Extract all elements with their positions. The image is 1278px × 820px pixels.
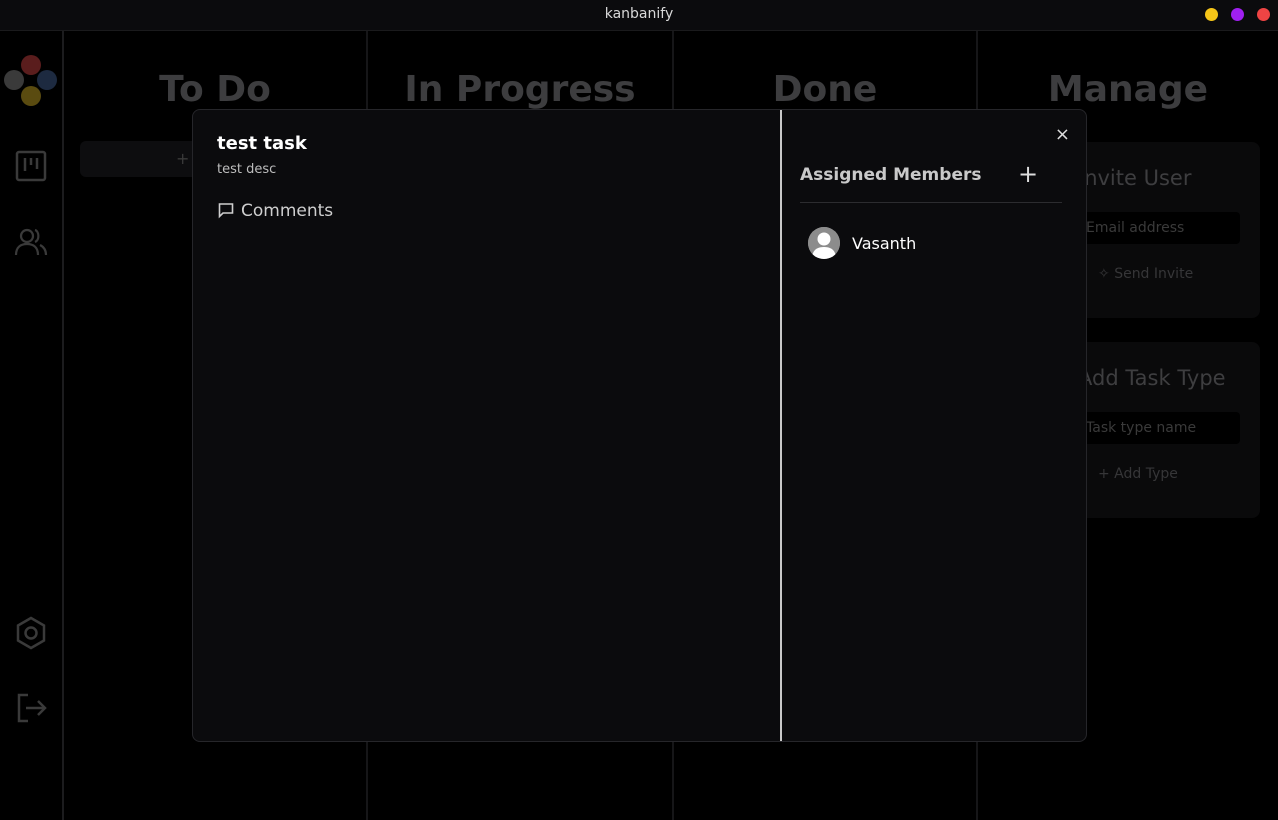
task-type-input[interactable]: Task type name bbox=[1078, 412, 1240, 444]
comments-section[interactable]: Comments bbox=[217, 201, 333, 221]
task-title: test task bbox=[217, 133, 307, 154]
window-minimize-button[interactable] bbox=[1205, 8, 1218, 21]
column-title: To Do bbox=[159, 69, 271, 110]
avatar bbox=[808, 227, 840, 259]
column-title: Manage bbox=[1047, 69, 1209, 110]
window-close-button[interactable] bbox=[1257, 8, 1270, 21]
send-invite-button[interactable]: ✧ Send Invite bbox=[1098, 266, 1193, 282]
add-task-type-title: Add Task Type bbox=[1078, 366, 1226, 390]
logout-icon[interactable] bbox=[14, 691, 48, 725]
divider bbox=[800, 202, 1062, 203]
kanban-board-icon[interactable] bbox=[14, 149, 48, 183]
email-input[interactable]: Email address bbox=[1078, 212, 1240, 244]
close-icon[interactable]: × bbox=[1055, 124, 1070, 145]
invite-user-card: Invite User Email address ✧ Send Invite bbox=[1068, 142, 1260, 318]
task-details-panel: test task test desc Comments bbox=[193, 110, 782, 741]
sparkle-icon: ✧ bbox=[1098, 266, 1110, 282]
logo-icon bbox=[4, 55, 58, 109]
invite-user-title: Invite User bbox=[1078, 166, 1192, 190]
users-icon[interactable] bbox=[14, 225, 48, 259]
comment-icon bbox=[217, 201, 235, 219]
column-title: In Progress bbox=[404, 69, 636, 110]
task-modal: test task test desc Comments × Assigned … bbox=[192, 109, 1087, 742]
add-task-type-card: Add Task Type Task type name + Add Type bbox=[1068, 342, 1260, 518]
comments-label: Comments bbox=[241, 201, 334, 221]
window-title: kanbanify bbox=[604, 6, 674, 22]
window-titlebar: kanbanify bbox=[0, 0, 1278, 31]
assigned-members-title: Assigned Members bbox=[800, 165, 982, 185]
member-name: Vasanth bbox=[852, 234, 917, 253]
window-maximize-button[interactable] bbox=[1231, 8, 1244, 21]
sidebar bbox=[0, 31, 64, 820]
add-member-button[interactable]: + bbox=[1018, 160, 1038, 188]
settings-icon[interactable] bbox=[14, 616, 48, 650]
column-title: Done bbox=[772, 69, 878, 110]
add-type-button[interactable]: + Add Type bbox=[1098, 466, 1178, 482]
task-description: test desc bbox=[217, 162, 277, 177]
assigned-members-panel: × Assigned Members + Vasanth bbox=[782, 110, 1086, 741]
